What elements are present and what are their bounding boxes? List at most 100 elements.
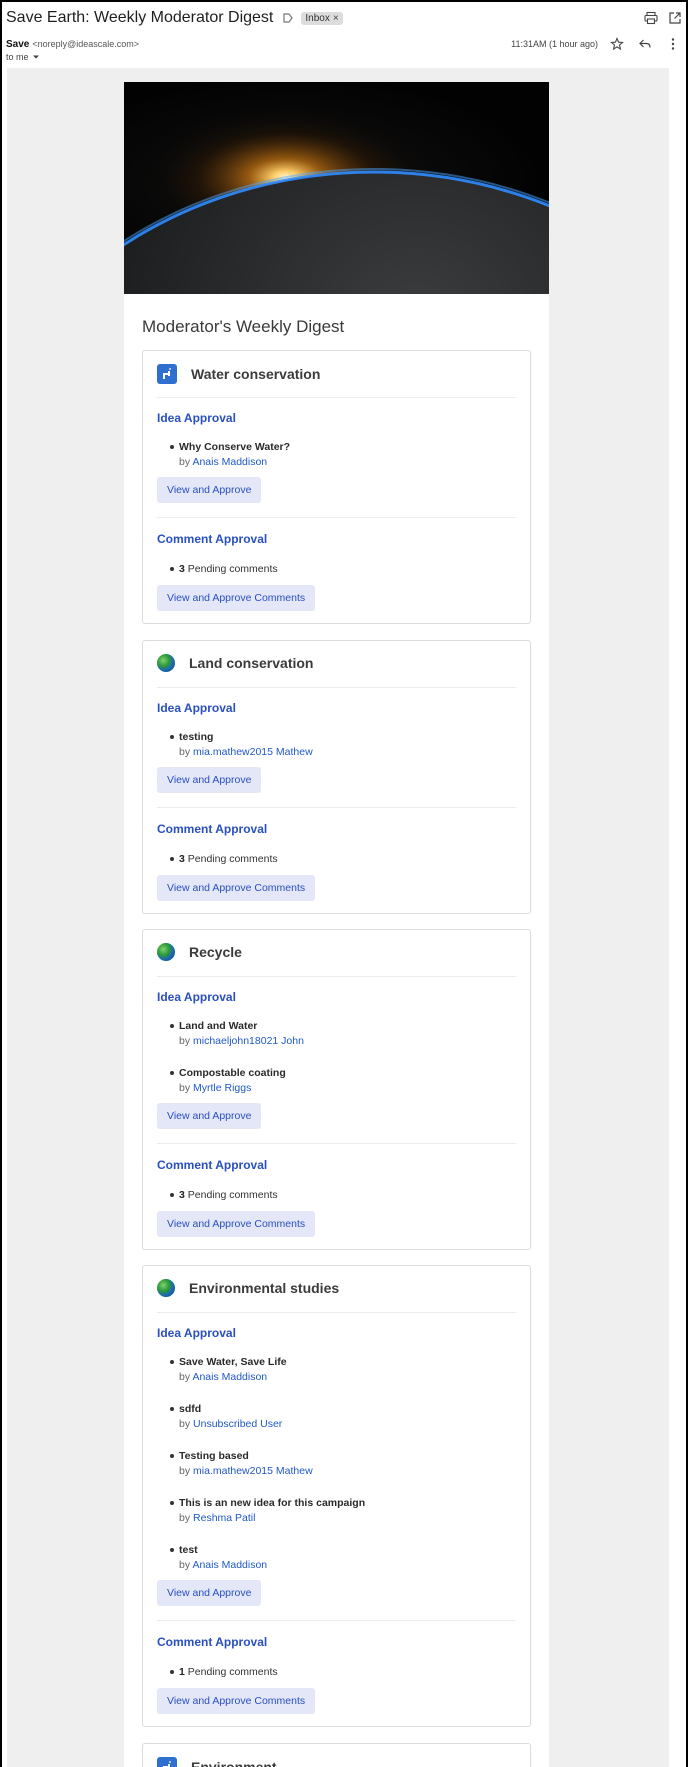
remove-label-icon[interactable]: × xyxy=(333,13,339,24)
by-prefix: by xyxy=(179,1035,191,1047)
pending-count: 3 xyxy=(179,853,185,865)
campaign-title: Land conservation xyxy=(189,655,314,671)
sender-name: Save xyxy=(6,38,30,50)
reply-icon[interactable] xyxy=(638,37,652,51)
recipient-text: to me xyxy=(6,52,29,62)
campaign-section-environment: Environment xyxy=(142,1743,531,1767)
view-and-approve-button[interactable]: View and Approve xyxy=(157,767,262,793)
by-prefix: by xyxy=(179,1559,191,1571)
idea-title: Compostable coating xyxy=(179,1067,286,1079)
idea-title: testing xyxy=(179,731,214,743)
idea-approval-heading: Idea Approval xyxy=(157,1326,236,1340)
email-subject: Save Earth: Weekly Moderator Digest xyxy=(6,9,274,26)
view-and-approve-comments-button[interactable]: View and Approve Comments xyxy=(157,1211,316,1237)
author-link[interactable]: Anais Maddison xyxy=(192,1371,267,1383)
pending-comments: 3 Pending comments xyxy=(170,1189,278,1201)
comment-approval-heading: Comment Approval xyxy=(157,1635,268,1649)
recipient-toggle[interactable]: to me xyxy=(6,52,40,62)
list-item: testing by mia.mathew2015 Mathew xyxy=(170,731,313,758)
view-and-approve-button[interactable]: View and Approve xyxy=(157,1103,262,1129)
open-in-new-window-icon[interactable] xyxy=(668,11,682,25)
idea-title: Save Water, Save Life xyxy=(179,1356,287,1368)
author-link[interactable]: Unsubscribed User xyxy=(193,1418,282,1430)
list-item: sdfd by Unsubscribed User xyxy=(170,1403,282,1430)
pending-label: Pending comments xyxy=(187,563,278,575)
idea-title: test xyxy=(179,1544,198,1556)
sender-row: Save <noreply@ideascale.com> 11:31AM (1 … xyxy=(6,37,682,51)
label-icon[interactable] xyxy=(282,12,294,24)
email-timestamp: 11:31AM (1 hour ago) xyxy=(511,39,598,49)
pending-comments: 1 Pending comments xyxy=(170,1666,278,1678)
hero-image-earth-sunrise xyxy=(124,82,549,294)
view-and-approve-comments-button[interactable]: View and Approve Comments xyxy=(157,1688,316,1714)
campaign-section-recycle: Recycle Idea Approval Land and Water by … xyxy=(142,929,531,1250)
pending-label: Pending comments xyxy=(187,1189,278,1201)
view-and-approve-comments-button[interactable]: View and Approve Comments xyxy=(157,585,316,611)
tap-icon xyxy=(157,1757,177,1767)
author-link[interactable]: Reshma Patil xyxy=(193,1512,255,1524)
idea-approval-heading: Idea Approval xyxy=(157,411,236,425)
idea-approval-heading: Idea Approval xyxy=(157,701,236,715)
list-item: This is an new idea for this campaign by… xyxy=(170,1497,366,1524)
by-prefix: by xyxy=(179,746,191,758)
pending-count: 3 xyxy=(179,563,185,575)
list-item: Save Water, Save Life by Anais Maddison xyxy=(170,1356,287,1383)
campaign-title: Recycle xyxy=(189,944,242,960)
author-link[interactable]: Anais Maddison xyxy=(192,456,267,468)
author-link[interactable]: Myrtle Riggs xyxy=(193,1082,251,1094)
list-item: Testing based by mia.mathew2015 Mathew xyxy=(170,1450,313,1477)
list-item: Compostable coating by Myrtle Riggs xyxy=(170,1067,286,1094)
by-prefix: by xyxy=(179,1082,191,1094)
idea-title: sdfd xyxy=(179,1403,202,1415)
list-item: Why Conserve Water? by Anais Maddison xyxy=(170,441,291,468)
idea-title: Land and Water xyxy=(179,1020,258,1032)
comment-approval-heading: Comment Approval xyxy=(157,822,268,836)
view-and-approve-comments-button[interactable]: View and Approve Comments xyxy=(157,875,316,901)
chevron-down-icon xyxy=(32,55,39,59)
campaign-title: Environmental studies xyxy=(189,1280,340,1296)
idea-title: Testing based xyxy=(179,1450,249,1462)
pending-count: 3 xyxy=(179,1189,185,1201)
campaign-section-water-conservation: Water conservation Idea Approval Why Con… xyxy=(142,350,531,624)
author-link[interactable]: mia.mathew2015 Mathew xyxy=(193,746,313,758)
sender-email: <noreply@ideascale.com> xyxy=(32,39,140,49)
campaign-title: Water conservation xyxy=(191,366,321,382)
globe-icon xyxy=(157,1279,175,1297)
more-options-icon[interactable] xyxy=(666,37,680,51)
idea-title: Why Conserve Water? xyxy=(179,441,291,453)
by-prefix: by xyxy=(179,1512,191,1524)
pending-label: Pending comments xyxy=(187,853,278,865)
author-link[interactable]: mia.mathew2015 Mathew xyxy=(193,1465,313,1477)
globe-icon xyxy=(157,943,175,961)
by-prefix: by xyxy=(179,1465,191,1477)
subject-row: Save Earth: Weekly Moderator Digest Inbo… xyxy=(6,5,682,31)
tap-icon xyxy=(157,364,177,384)
by-prefix: by xyxy=(179,1371,191,1383)
email-view: Save Earth: Weekly Moderator Digest Inbo… xyxy=(2,2,686,1767)
pending-comments: 3 Pending comments xyxy=(170,563,278,575)
print-icon[interactable] xyxy=(644,11,658,25)
star-icon[interactable] xyxy=(610,37,624,51)
idea-title: This is an new idea for this campaign xyxy=(179,1497,366,1509)
view-and-approve-button[interactable]: View and Approve xyxy=(157,477,262,503)
by-prefix: by xyxy=(179,1418,191,1430)
idea-approval-heading: Idea Approval xyxy=(157,990,236,1004)
campaign-section-environmental-studies: Environmental studies Idea Approval Save… xyxy=(142,1265,531,1727)
by-prefix: by xyxy=(179,456,191,468)
comment-approval-heading: Comment Approval xyxy=(157,1158,268,1172)
digest-card: Moderator's Weekly Digest Water conserva… xyxy=(124,82,549,1767)
author-link[interactable]: michaeljohn18021 John xyxy=(193,1035,304,1047)
view-and-approve-button[interactable]: View and Approve xyxy=(157,1580,262,1606)
pending-count: 1 xyxy=(179,1666,185,1678)
pending-label: Pending comments xyxy=(187,1666,278,1678)
author-link[interactable]: Anais Maddison xyxy=(192,1559,267,1571)
pending-comments: 3 Pending comments xyxy=(170,853,278,865)
globe-icon xyxy=(157,654,175,672)
campaign-title: Environment xyxy=(191,1759,277,1767)
campaign-section-land-conservation: Land conservation Idea Approval testing … xyxy=(142,640,531,914)
inbox-label-text: Inbox xyxy=(305,12,330,24)
comment-approval-heading: Comment Approval xyxy=(157,532,268,546)
inbox-label-chip: Inbox × xyxy=(301,11,343,25)
list-item: test by Anais Maddison xyxy=(170,1544,267,1571)
digest-title: Moderator's Weekly Digest xyxy=(142,317,345,336)
